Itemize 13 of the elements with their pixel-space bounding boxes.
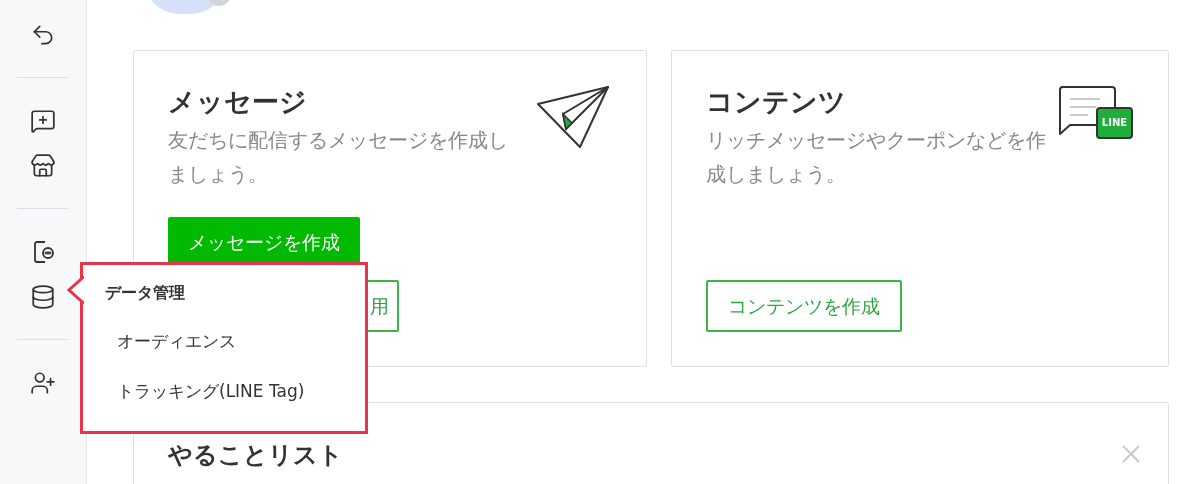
popup-menu-item[interactable]: オーディエンス — [105, 329, 365, 355]
card-description: リッチメッセージやクーポンなどを作成しましょう。 — [706, 126, 1047, 188]
popup-menu-item[interactable]: トラッキング(LINE Tag) — [105, 378, 365, 404]
card-title: コンテンツ — [706, 85, 847, 119]
shop-icon[interactable] — [30, 152, 56, 179]
user-add-icon[interactable] — [30, 369, 56, 396]
message-add-icon[interactable] — [30, 107, 56, 134]
card-title: メッセージ — [168, 85, 308, 119]
popup-title: データ管理 — [105, 283, 186, 303]
paper-plane-icon — [536, 85, 612, 149]
todo-title: やることリスト — [168, 440, 343, 471]
database-icon[interactable] — [30, 283, 56, 310]
card-description: 友だちに配信するメッセージを作成しましょう。 — [168, 126, 509, 188]
